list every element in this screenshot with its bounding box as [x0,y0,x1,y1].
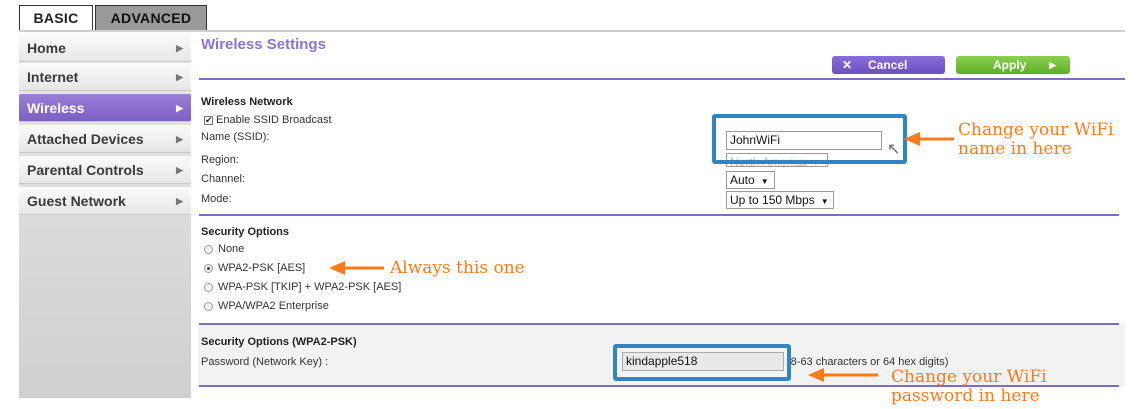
arrow-password-head [808,368,824,382]
annotation-ssid: Change your WiFi name in here [958,121,1114,159]
annotation-line: password in here [891,386,1040,406]
annotation-password: Change your WiFi password in here [891,368,1047,406]
annotation-security: Always this one [390,258,525,278]
arrow-ssid-head [904,132,920,146]
annotation-line: name in here [958,139,1072,159]
annotation-line: Change your WiFi [891,367,1047,387]
annotation-arrows [329,132,954,382]
annotation-line: Change your WiFi [958,120,1114,140]
arrow-security-head [329,261,345,275]
